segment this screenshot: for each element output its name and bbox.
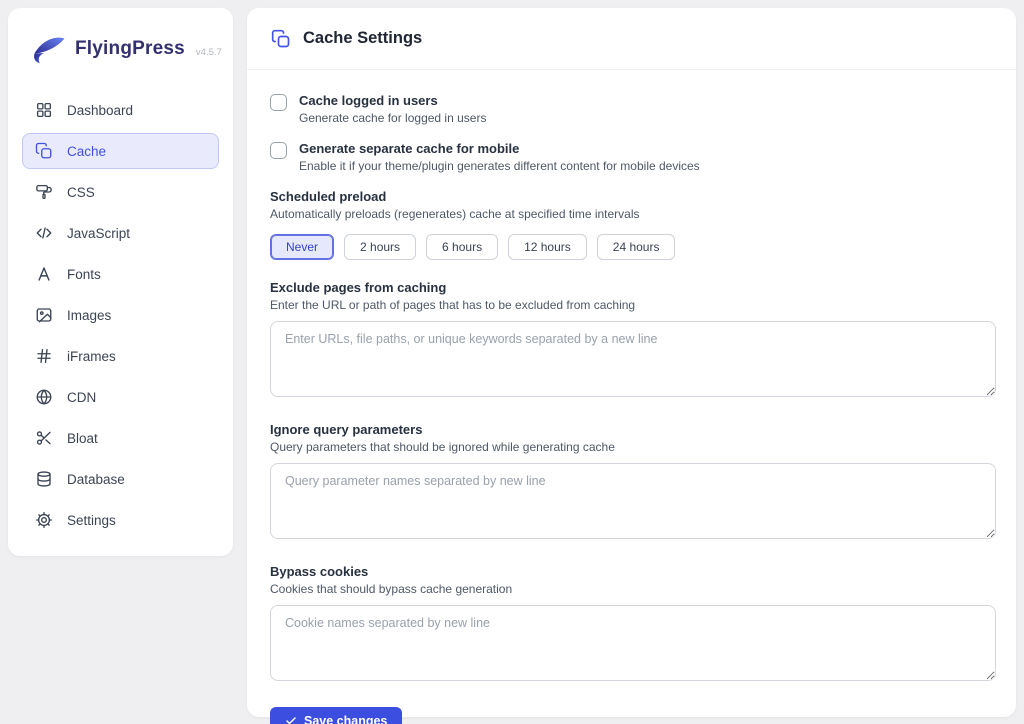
sidebar-item-settings[interactable]: Settings — [22, 502, 219, 538]
version-badge: v4.5.7 — [196, 47, 222, 58]
app-layout: FlyingPress v4.5.7 Dashboard Cache CSS — [0, 0, 1024, 724]
exclude-pages-textarea[interactable] — [270, 321, 996, 397]
preload-option-2-hours[interactable]: 2 hours — [344, 234, 416, 260]
setting-ignore-query: Ignore query parameters Query parameters… — [270, 422, 996, 544]
database-icon — [35, 470, 53, 488]
sidebar-item-label: CDN — [67, 390, 96, 405]
setting-description: Generate cache for logged in users — [299, 111, 486, 125]
hash-icon — [35, 347, 53, 365]
sidebar-item-label: Database — [67, 472, 125, 487]
globe-icon — [35, 388, 53, 406]
sidebar-item-images[interactable]: Images — [22, 297, 219, 333]
scissors-icon — [35, 429, 53, 447]
sidebar-item-javascript[interactable]: JavaScript — [22, 215, 219, 251]
sidebar-item-label: Fonts — [67, 267, 101, 282]
sidebar-item-cache[interactable]: Cache — [22, 133, 219, 169]
sidebar-item-database[interactable]: Database — [22, 461, 219, 497]
font-icon — [35, 265, 53, 283]
sidebar-item-label: JavaScript — [67, 226, 130, 241]
sidebar-item-label: iFrames — [67, 349, 116, 364]
code-icon — [35, 224, 53, 242]
check-icon — [285, 715, 297, 724]
sidebar-item-label: Cache — [67, 144, 106, 159]
setting-label: Cache logged in users — [299, 93, 486, 108]
setting-description: Enter the URL or path of pages that has … — [270, 298, 996, 312]
sidebar-item-iframes[interactable]: iFrames — [22, 338, 219, 374]
cache-icon — [271, 29, 291, 49]
save-changes-button[interactable]: Save changes — [270, 707, 402, 724]
sidebar-item-label: Bloat — [67, 431, 98, 446]
setting-separate-mobile: Generate separate cache for mobile Enabl… — [270, 141, 996, 173]
gear-icon — [35, 511, 53, 529]
setting-label: Exclude pages from caching — [270, 280, 996, 295]
sidebar-item-bloat[interactable]: Bloat — [22, 420, 219, 456]
bypass-cookies-textarea[interactable] — [270, 605, 996, 681]
brand-name: FlyingPress — [75, 38, 185, 60]
separate-mobile-checkbox[interactable] — [270, 142, 287, 159]
image-icon — [35, 306, 53, 324]
grid-icon — [35, 101, 53, 119]
paint-roller-icon — [35, 183, 53, 201]
setting-exclude-pages: Exclude pages from caching Enter the URL… — [270, 280, 996, 402]
preload-option-12-hours[interactable]: 12 hours — [508, 234, 587, 260]
setting-scheduled-preload: Scheduled preload Automatically preloads… — [270, 189, 996, 260]
preload-interval-group: Never 2 hours 6 hours 12 hours 24 hours — [270, 234, 996, 260]
setting-label: Generate separate cache for mobile — [299, 141, 700, 156]
setting-description: Query parameters that should be ignored … — [270, 440, 996, 454]
sidebar-item-fonts[interactable]: Fonts — [22, 256, 219, 292]
setting-description: Enable it if your theme/plugin generates… — [299, 159, 700, 173]
main-panel: Cache Settings Cache logged in users Gen… — [247, 8, 1016, 717]
setting-label: Scheduled preload — [270, 189, 996, 204]
preload-option-6-hours[interactable]: 6 hours — [426, 234, 498, 260]
ignore-query-textarea[interactable] — [270, 463, 996, 539]
cache-logged-in-checkbox[interactable] — [270, 94, 287, 111]
settings-form: Cache logged in users Generate cache for… — [247, 70, 1016, 724]
setting-description: Cookies that should bypass cache generat… — [270, 582, 996, 596]
setting-cache-logged-in: Cache logged in users Generate cache for… — [270, 93, 996, 125]
preload-option-never[interactable]: Never — [270, 234, 334, 260]
page-header: Cache Settings — [247, 8, 1016, 70]
page-title: Cache Settings — [303, 29, 422, 48]
cache-icon — [35, 142, 53, 160]
setting-description: Automatically preloads (regenerates) cac… — [270, 207, 996, 221]
setting-label: Bypass cookies — [270, 564, 996, 579]
sidebar-item-label: Settings — [67, 513, 116, 528]
sidebar: FlyingPress v4.5.7 Dashboard Cache CSS — [8, 8, 233, 556]
preload-option-24-hours[interactable]: 24 hours — [597, 234, 676, 260]
logo: FlyingPress v4.5.7 — [22, 34, 219, 64]
sidebar-item-cdn[interactable]: CDN — [22, 379, 219, 415]
setting-label: Ignore query parameters — [270, 422, 996, 437]
sidebar-item-dashboard[interactable]: Dashboard — [22, 92, 219, 128]
sidebar-item-label: Images — [67, 308, 111, 323]
sidebar-item-css[interactable]: CSS — [22, 174, 219, 210]
sidebar-item-label: CSS — [67, 185, 95, 200]
flyingpress-logo-icon — [30, 34, 66, 64]
save-button-label: Save changes — [304, 714, 387, 724]
setting-bypass-cookies: Bypass cookies Cookies that should bypas… — [270, 564, 996, 686]
sidebar-item-label: Dashboard — [67, 103, 133, 118]
